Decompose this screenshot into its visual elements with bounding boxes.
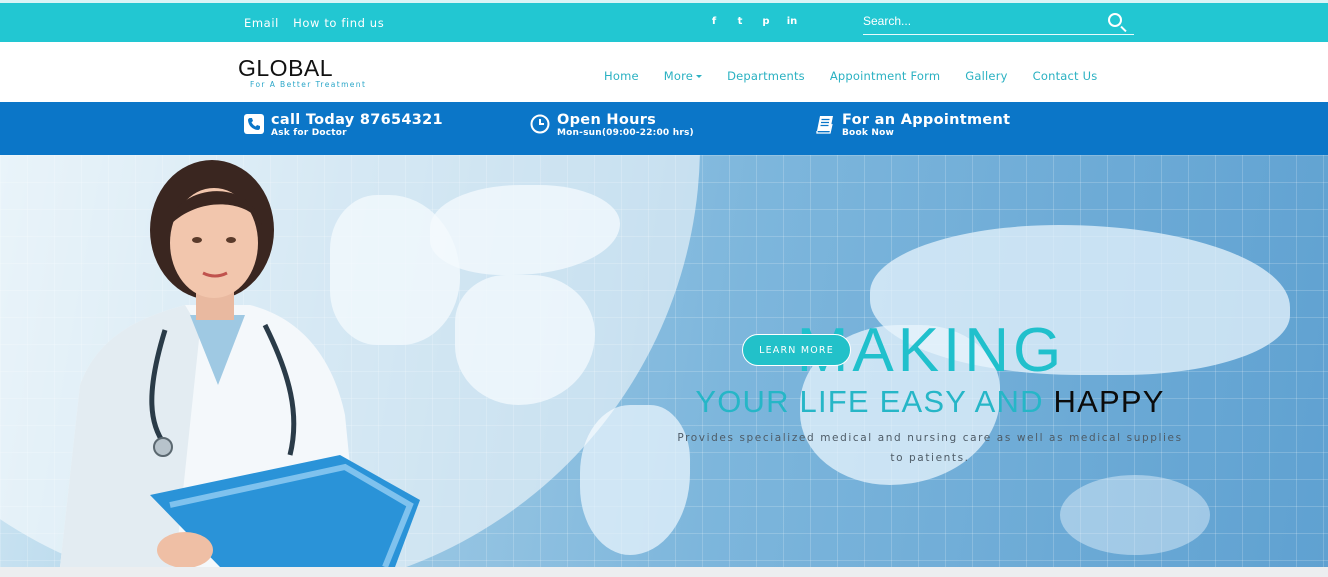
email-link[interactable]: Email — [244, 16, 279, 30]
learn-more-button[interactable]: LEARN MORE — [742, 334, 851, 366]
top-bar: Email How to find us f t p in — [0, 0, 1328, 42]
info-appointment-subtitle: Book Now — [842, 128, 894, 138]
map-landmass — [1060, 475, 1210, 555]
search-box — [863, 10, 1134, 35]
nav-more-label: More — [663, 69, 694, 83]
nav-more[interactable]: More — [663, 69, 703, 83]
find-us-link[interactable]: How to find us — [293, 16, 384, 30]
pinterest-icon[interactable]: p — [760, 16, 772, 27]
caret-down-icon — [696, 75, 703, 78]
twitter-icon[interactable]: t — [734, 16, 746, 27]
hero-text: MAKING YOUR LIFE EASY AND HAPPY Provides… — [660, 320, 1200, 468]
book-icon — [816, 116, 833, 134]
hero-subline: YOUR LIFE EASY AND HAPPY — [660, 384, 1200, 420]
page-bottom-strip — [0, 567, 1328, 577]
nav-departments[interactable]: Departments — [727, 69, 805, 83]
info-call-subtitle: Ask for Doctor — [271, 128, 347, 138]
nav-gallery[interactable]: Gallery — [965, 69, 1007, 83]
phone-icon — [244, 114, 264, 134]
main-menu: Home More Departments Appointment Form G… — [604, 69, 1122, 83]
info-hours: Open Hours Mon-sun(09:00-22:00 hrs) — [530, 112, 694, 139]
logo-tagline: For A Better Treatment — [250, 80, 367, 89]
info-hours-title: Open Hours — [557, 112, 657, 128]
logo-title: GLOBAL — [238, 55, 334, 81]
nav-appointment-form[interactable]: Appointment Form — [830, 69, 940, 83]
hero-subline-part2: HAPPY — [1053, 384, 1165, 419]
facebook-icon[interactable]: f — [708, 16, 720, 27]
search-input[interactable] — [863, 10, 1093, 32]
nav-contact-us[interactable]: Contact Us — [1033, 69, 1098, 83]
info-call-title: call Today 87654321 — [271, 112, 443, 128]
top-links: Email How to find us — [244, 16, 394, 30]
hero-description: Provides specialized medical and nursing… — [677, 432, 1183, 464]
info-appointment[interactable]: For an Appointment Book Now — [815, 112, 1010, 139]
search-icon[interactable] — [1108, 13, 1122, 27]
clock-icon — [530, 114, 550, 134]
nav-home[interactable]: Home — [604, 69, 639, 83]
info-hours-subtitle: Mon-sun(09:00-22:00 hrs) — [557, 128, 694, 138]
info-appointment-title: For an Appointment — [842, 112, 1011, 128]
hero-banner: MAKING YOUR LIFE EASY AND HAPPY Provides… — [0, 155, 1328, 567]
main-navbar: GLOBAL For A Better Treatment Home More … — [0, 42, 1328, 102]
social-links: f t p in — [708, 16, 798, 27]
doctor-image — [60, 160, 420, 567]
hero-subline-part1: YOUR LIFE EASY AND — [695, 384, 1054, 419]
linkedin-icon[interactable]: in — [786, 16, 798, 27]
info-call[interactable]: call Today 87654321 Ask for Doctor — [244, 112, 443, 139]
info-bar: call Today 87654321 Ask for Doctor Open … — [0, 102, 1328, 155]
logo[interactable]: GLOBAL For A Better Treatment — [238, 55, 366, 89]
